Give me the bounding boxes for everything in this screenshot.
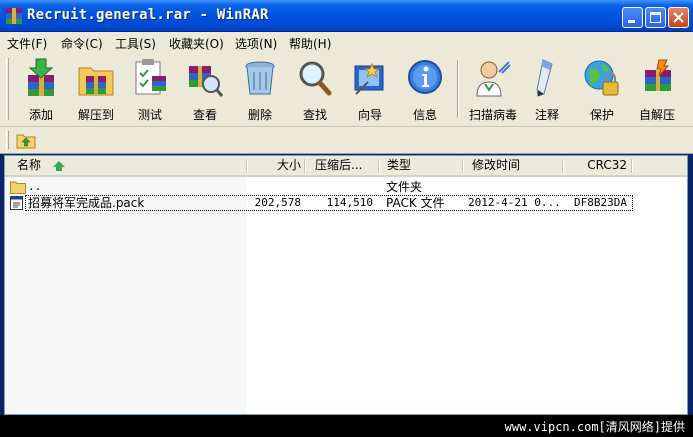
info-button[interactable]: 信息 (397, 56, 453, 122)
test-icon (135, 59, 166, 95)
file-list[interactable]: 名称 大小 压缩后... 类型 修改时间 CRC32 .. 文件夹 招募将军完成… (4, 155, 688, 415)
test-label: 测试 (137, 108, 162, 122)
add-label: 添加 (28, 108, 53, 122)
menu-options[interactable]: 选项(N) (235, 35, 277, 52)
view-label: 查看 (192, 108, 217, 122)
comment-label: 注释 (534, 108, 559, 122)
extract-to-icon (78, 67, 114, 96)
row-name: 招募将军完成品.pack (28, 196, 145, 210)
close-icon (673, 12, 684, 23)
maximize-button[interactable] (645, 7, 666, 28)
watermark-text: www.vipcn.com[清风网络]提供 (504, 420, 685, 434)
folder-icon (10, 181, 26, 194)
column-packed[interactable]: 压缩后... (315, 156, 362, 175)
menu-tools[interactable]: 工具(S) (115, 35, 156, 52)
protect-icon (584, 60, 619, 96)
add-button[interactable]: 添加 (13, 56, 69, 122)
minimize-icon (628, 20, 635, 23)
sorted-column-highlight (5, 177, 246, 414)
menu-commands[interactable]: 命令(C) (61, 35, 103, 52)
sfx-button[interactable]: 自解压 (629, 56, 685, 122)
folder-up-icon (16, 134, 36, 149)
column-divider (462, 159, 464, 173)
delete-button[interactable]: 删除 (232, 56, 288, 122)
column-divider (246, 159, 248, 173)
column-name[interactable]: 名称 (17, 156, 65, 175)
column-divider (304, 159, 306, 173)
winrar-window: Recruit.general.rar - WinRAR 文件(F) 命令(C)… (0, 0, 693, 415)
sfx-icon (645, 59, 671, 91)
column-size[interactable]: 大小 (249, 156, 301, 175)
minimize-button[interactable] (622, 7, 643, 28)
list-row-file[interactable]: 招募将军完成品.pack 202,578 114,510 PACK 文件 201… (5, 195, 687, 211)
wizard-button[interactable]: 向导 (342, 56, 398, 122)
row-size: 202,578 (254, 196, 301, 209)
sort-ascending-icon (53, 161, 65, 171)
find-icon (299, 61, 332, 96)
column-type[interactable]: 类型 (387, 156, 411, 175)
toolbar: 添加 解压到 测试 查看 删除 查找 向导 信息 扫描病毒 注释 保护 自解压 (0, 52, 693, 127)
maximize-icon (650, 12, 661, 23)
find-button[interactable]: 查找 (287, 56, 343, 122)
info-icon (408, 60, 442, 94)
comment-button[interactable]: 注释 (519, 56, 575, 122)
view-button[interactable]: 查看 (177, 56, 233, 122)
column-divider (378, 159, 380, 173)
virus-scan-label: 扫描病毒 (468, 108, 517, 122)
extract-to-label: 解压到 (77, 108, 114, 122)
file-icon (10, 196, 23, 210)
window-title: Recruit.general.rar - WinRAR (27, 7, 269, 23)
menu-favorites[interactable]: 收藏夹(O) (169, 35, 224, 52)
virus-scan-icon (476, 61, 511, 97)
protect-label: 保护 (589, 108, 614, 122)
comment-icon (536, 59, 553, 97)
row-modified: 2012-4-21 0... (468, 196, 561, 209)
extract-to-button[interactable]: 解压到 (68, 56, 124, 122)
sfx-label: 自解压 (638, 108, 675, 122)
column-divider (562, 159, 564, 173)
virus-scan-button[interactable]: 扫描病毒 (462, 56, 524, 122)
view-icon (189, 66, 223, 97)
wizard-label: 向导 (357, 108, 382, 122)
row-type: 文件夹 (386, 180, 423, 194)
winrar-app-icon[interactable] (6, 8, 22, 24)
column-name-label: 名称 (17, 158, 42, 172)
menu-help[interactable]: 帮助(H) (289, 35, 331, 52)
menu-file[interactable]: 文件(F) (7, 35, 47, 52)
address-grip[interactable] (6, 131, 9, 149)
row-crc32: DF8B23DA (574, 196, 627, 209)
test-button[interactable]: 测试 (122, 56, 178, 122)
delete-label: 删除 (247, 108, 272, 122)
title-bar[interactable]: Recruit.general.rar - WinRAR (0, 0, 693, 32)
address-bar (0, 127, 693, 154)
row-type: PACK 文件 (386, 196, 445, 210)
list-row-parent[interactable]: .. 文件夹 (5, 179, 687, 195)
list-header: 名称 大小 压缩后... 类型 修改时间 CRC32 (5, 156, 687, 177)
toolbar-separator (457, 60, 459, 118)
up-one-level-button[interactable] (16, 131, 36, 149)
column-divider (631, 159, 633, 173)
menu-bar: 文件(F) 命令(C) 工具(S) 收藏夹(O) 选项(N) 帮助(H) (0, 32, 693, 52)
close-button[interactable] (668, 7, 689, 28)
add-archive-icon (28, 58, 54, 96)
watermark-strip: www.vipcn.com[清风网络]提供 (0, 415, 693, 437)
wizard-icon (354, 62, 384, 95)
info-label: 信息 (412, 108, 437, 122)
delete-icon (245, 61, 275, 95)
row-name: .. (28, 180, 42, 193)
protect-button[interactable]: 保护 (574, 56, 630, 122)
find-label: 查找 (302, 108, 327, 122)
column-crc32[interactable]: CRC32 (565, 156, 627, 175)
column-modified[interactable]: 修改时间 (472, 156, 520, 175)
row-packed: 114,510 (326, 196, 373, 209)
toolbar-grip[interactable] (6, 58, 9, 120)
